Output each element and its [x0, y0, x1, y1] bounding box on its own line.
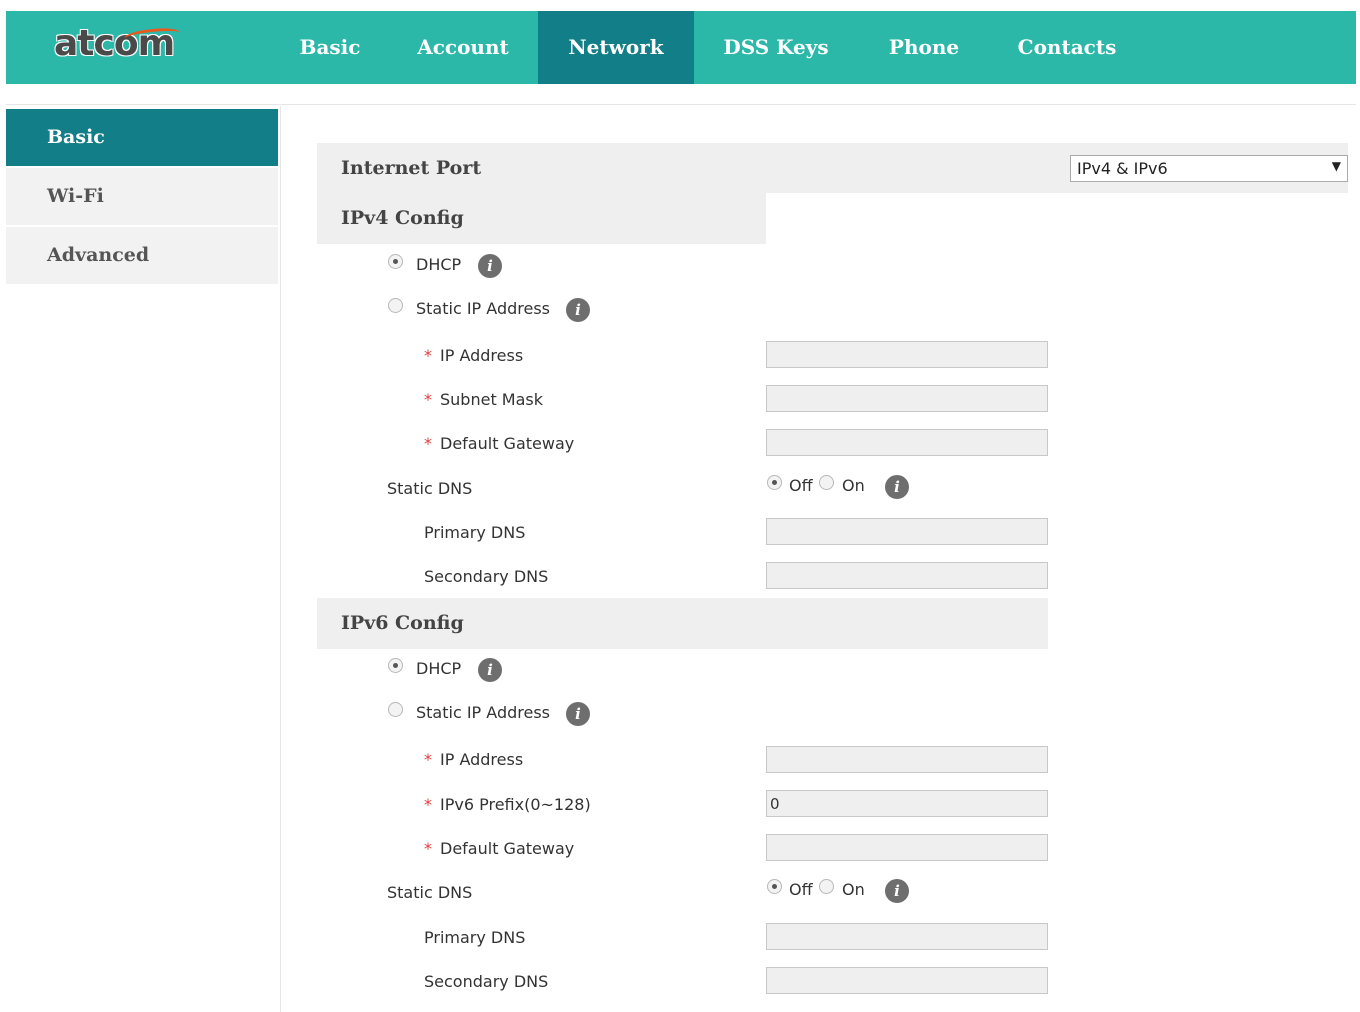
ipv4-subnet-mask-text: Subnet Mask — [440, 390, 544, 409]
tab-basic[interactable]: Basic — [276, 11, 384, 84]
ipv4-dhcp-radio[interactable] — [388, 254, 403, 269]
ipv4-default-gateway-text: Default Gateway — [440, 434, 575, 453]
ipv4-dhcp-label: DHCP — [416, 255, 462, 274]
ipv4-static-ip-label: Static IP Address — [416, 299, 551, 318]
ipv6-dns-off-label: Off — [789, 880, 813, 899]
ipv4-dns-off-label: Off — [789, 476, 813, 495]
required-mark: * — [424, 346, 432, 365]
ipv6-default-gateway-input[interactable] — [766, 834, 1048, 861]
ipv6-ip-address-label: * IP Address — [424, 750, 523, 769]
internet-port-label: Internet Port — [341, 157, 482, 179]
ipv4-default-gateway-input[interactable] — [766, 429, 1048, 456]
required-mark: * — [424, 434, 432, 453]
chevron-down-icon: ▼ — [1331, 159, 1341, 173]
ipv6-static-ip-label: Static IP Address — [416, 703, 551, 722]
ipv4-primary-dns-label: Primary DNS — [424, 523, 526, 542]
ipv6-secondary-dns-input[interactable] — [766, 967, 1048, 994]
ipv4-dns-off-radio[interactable] — [767, 475, 782, 490]
required-mark: * — [424, 795, 432, 814]
ipv6-config-title: IPv6 Config — [341, 612, 464, 634]
info-icon[interactable]: i — [478, 658, 502, 682]
top-navigation-bar: atcom Basic Account Network DSS Keys Pho… — [6, 11, 1356, 84]
ipv4-dns-on-label: On — [842, 476, 865, 495]
ipv4-subnet-mask-input[interactable] — [766, 385, 1048, 412]
required-mark: * — [424, 390, 432, 409]
required-mark: * — [424, 839, 432, 858]
ipv4-static-ip-radio[interactable] — [388, 298, 403, 313]
ipv6-dns-off-radio[interactable] — [767, 879, 782, 894]
info-icon[interactable]: i — [566, 702, 590, 726]
info-icon[interactable]: i — [885, 879, 909, 903]
ipv6-static-ip-radio[interactable] — [388, 702, 403, 717]
ipv4-primary-dns-input[interactable] — [766, 518, 1048, 545]
ipv4-ip-address-label: * IP Address — [424, 346, 523, 365]
info-icon[interactable]: i — [566, 298, 590, 322]
ipv6-default-gateway-text: Default Gateway — [440, 839, 575, 858]
ipv6-secondary-dns-label: Secondary DNS — [424, 972, 549, 991]
ipv6-dhcp-radio[interactable] — [388, 658, 403, 673]
header-divider — [6, 104, 1356, 105]
required-mark: * — [424, 750, 432, 769]
sidebar-item-wifi[interactable]: Wi-Fi — [6, 168, 278, 225]
ipv4-dns-on-radio[interactable] — [819, 475, 834, 490]
internet-port-select[interactable]: IPv4 & IPv6 ▼ — [1070, 155, 1348, 182]
info-icon[interactable]: i — [478, 254, 502, 278]
sidebar: Basic Wi-Fi Advanced — [6, 109, 278, 286]
ipv6-dns-on-radio[interactable] — [819, 879, 834, 894]
ipv6-static-dns-label: Static DNS — [387, 883, 473, 902]
tab-network[interactable]: Network — [538, 11, 694, 84]
ipv4-ip-address-text: IP Address — [440, 346, 524, 365]
ipv4-static-dns-label: Static DNS — [387, 479, 473, 498]
tab-account[interactable]: Account — [399, 11, 527, 84]
ipv4-default-gateway-label: * Default Gateway — [424, 434, 574, 453]
ipv6-primary-dns-label: Primary DNS — [424, 928, 526, 947]
tab-phone[interactable]: Phone — [872, 11, 976, 84]
internet-port-selected-value: IPv4 & IPv6 — [1077, 159, 1168, 178]
ipv6-prefix-text: IPv6 Prefix(0~128) — [440, 795, 591, 814]
ipv4-subnet-mask-label: * Subnet Mask — [424, 390, 543, 409]
ipv4-config-title: IPv4 Config — [341, 207, 464, 229]
ipv6-dhcp-label: DHCP — [416, 659, 462, 678]
sidebar-item-advanced[interactable]: Advanced — [6, 227, 278, 284]
ipv6-dns-on-label: On — [842, 880, 865, 899]
sidebar-border — [280, 106, 281, 1012]
tab-contacts[interactable]: Contacts — [1001, 11, 1133, 84]
sidebar-item-basic[interactable]: Basic — [6, 109, 278, 166]
ipv4-ip-address-input[interactable] — [766, 341, 1048, 368]
ipv6-config-header: IPv6 Config — [317, 598, 1048, 649]
ipv4-secondary-dns-input[interactable] — [766, 562, 1048, 589]
info-icon[interactable]: i — [885, 475, 909, 499]
ipv6-default-gateway-label: * Default Gateway — [424, 839, 574, 858]
ipv4-config-header: IPv4 Config — [317, 193, 766, 244]
ipv4-secondary-dns-label: Secondary DNS — [424, 567, 549, 586]
ipv6-primary-dns-input[interactable] — [766, 923, 1048, 950]
ipv6-ip-address-text: IP Address — [440, 750, 524, 769]
tab-dss-keys[interactable]: DSS Keys — [709, 11, 843, 84]
ipv6-prefix-input[interactable] — [766, 790, 1048, 817]
ipv6-prefix-label: * IPv6 Prefix(0~128) — [424, 795, 591, 814]
ipv6-ip-address-input[interactable] — [766, 746, 1048, 773]
